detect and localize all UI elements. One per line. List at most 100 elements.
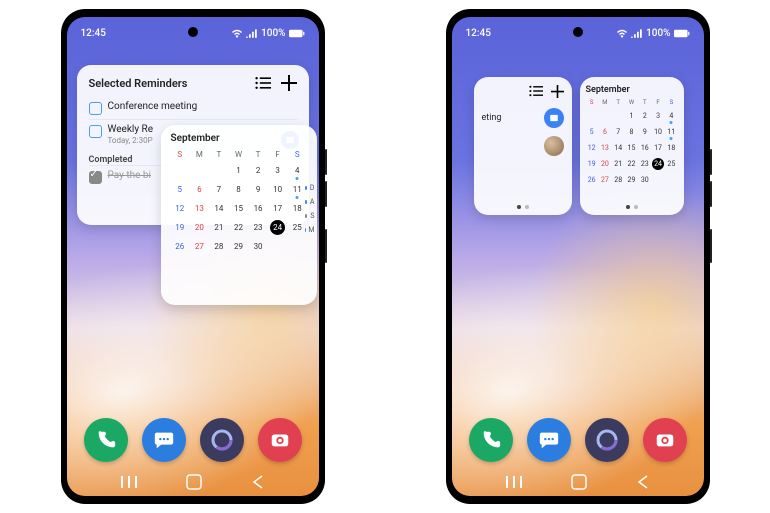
calendar-day[interactable]: 15: [231, 201, 246, 216]
calendar-day[interactable]: 8: [625, 126, 637, 138]
camera-app-icon[interactable]: [643, 418, 687, 462]
calendar-day[interactable]: 13: [599, 142, 611, 154]
checkbox-checked-icon[interactable]: [89, 171, 102, 184]
calendar-day[interactable]: 4: [290, 163, 305, 178]
calendar-day[interactable]: 2: [639, 110, 651, 122]
browser-app-icon[interactable]: [585, 418, 629, 462]
calendar-day[interactable]: 28: [612, 174, 624, 186]
calendar-dow: F: [268, 150, 287, 159]
messages-app-icon[interactable]: [527, 418, 571, 462]
calendar-day[interactable]: 27: [192, 239, 207, 254]
phone-app-icon[interactable]: [84, 418, 128, 462]
calendar-day[interactable]: 11: [290, 182, 305, 197]
browser-app-icon[interactable]: [200, 418, 244, 462]
calendar-day[interactable]: 9: [639, 126, 651, 138]
calendar-day[interactable]: 19: [172, 220, 187, 235]
camera-app-icon[interactable]: [258, 418, 302, 462]
reminder-item[interactable]: [482, 132, 564, 160]
calendar-day[interactable]: 2: [251, 163, 266, 178]
calendar-day[interactable]: 1: [231, 163, 246, 178]
calendar-day[interactable]: 3: [652, 110, 664, 122]
calendar-day[interactable]: 26: [172, 239, 187, 254]
messages-app-icon[interactable]: [142, 418, 186, 462]
add-icon[interactable]: [551, 85, 564, 98]
volume-up-button[interactable]: [710, 149, 712, 175]
calendar-day[interactable]: 18: [290, 201, 305, 216]
calendar-day[interactable]: 8: [231, 182, 246, 197]
category-tag-icon[interactable]: [544, 108, 564, 128]
calendar-day[interactable]: 20: [599, 158, 611, 170]
volume-down-button[interactable]: [325, 181, 327, 207]
add-icon[interactable]: [281, 75, 297, 91]
calendar-day[interactable]: 6: [192, 182, 207, 197]
calendar-day[interactable]: 30: [251, 239, 266, 254]
calendar-day[interactable]: 10: [270, 182, 285, 197]
calendar-day[interactable]: 15: [625, 142, 637, 154]
calendar-day[interactable]: 9: [251, 182, 266, 197]
list-icon[interactable]: [529, 85, 543, 97]
back-nav-icon[interactable]: [252, 475, 264, 489]
calendar-day[interactable]: 30: [639, 174, 651, 186]
calendar-day[interactable]: 20: [192, 220, 207, 235]
calendar-day[interactable]: 13: [192, 201, 207, 216]
calendar-day[interactable]: 23: [251, 220, 266, 235]
calendar-day[interactable]: 11: [665, 126, 677, 138]
calendar-day[interactable]: 6: [599, 126, 611, 138]
calendar-day[interactable]: 27: [599, 174, 611, 186]
volume-down-button[interactable]: [710, 181, 712, 207]
calendar-day[interactable]: 21: [211, 220, 226, 235]
calendar-day[interactable]: 24: [270, 220, 285, 235]
volume-up-button[interactable]: [325, 149, 327, 175]
calendar-day[interactable]: 28: [211, 239, 226, 254]
calendar-day[interactable]: 14: [211, 201, 226, 216]
home-nav-icon[interactable]: [186, 474, 202, 490]
calendar-day[interactable]: 5: [586, 126, 598, 138]
recents-nav-icon[interactable]: [506, 476, 522, 488]
calendar-day[interactable]: 4: [665, 110, 677, 122]
reminder-label-truncated: eting: [482, 113, 502, 123]
calendar-day[interactable]: 12: [172, 201, 187, 216]
calendar-day[interactable]: 17: [652, 142, 664, 154]
calendar-day[interactable]: 21: [612, 158, 624, 170]
calendar-widget-small[interactable]: September SMTWTFS12345678910111213141516…: [580, 77, 684, 215]
calendar-day[interactable]: 18: [665, 142, 677, 154]
list-icon[interactable]: [255, 76, 271, 90]
widget-pager[interactable]: [626, 205, 638, 209]
checkbox-unchecked-icon[interactable]: [89, 102, 102, 115]
calendar-day[interactable]: 19: [586, 158, 598, 170]
calendar-widget[interactable]: September SMTWTFS12345678910111213141516…: [161, 125, 317, 305]
recents-nav-icon[interactable]: [121, 476, 137, 488]
widget-pager[interactable]: [517, 205, 529, 209]
calendar-day[interactable]: 25: [665, 158, 677, 170]
calendar-day[interactable]: 23: [639, 158, 651, 170]
calendar-day[interactable]: 29: [625, 174, 637, 186]
contact-avatar-icon[interactable]: [544, 136, 564, 156]
calendar-day[interactable]: 7: [612, 126, 624, 138]
calendar-day[interactable]: 16: [639, 142, 651, 154]
calendar-day[interactable]: 7: [211, 182, 226, 197]
calendar-day[interactable]: 14: [612, 142, 624, 154]
reminders-widget-small[interactable]: eting: [474, 77, 572, 215]
calendar-day[interactable]: 3: [270, 163, 285, 178]
calendar-day[interactable]: 24: [652, 158, 664, 170]
checkbox-unchecked-icon[interactable]: [89, 125, 102, 138]
calendar-day[interactable]: 22: [231, 220, 246, 235]
calendar-day[interactable]: 12: [586, 142, 598, 154]
phone-app-icon[interactable]: [469, 418, 513, 462]
home-nav-icon[interactable]: [571, 474, 587, 490]
reminder-item[interactable]: Conference meeting: [89, 97, 297, 119]
power-button[interactable]: [710, 229, 712, 263]
back-nav-icon[interactable]: [637, 475, 649, 489]
calendar-day[interactable]: 10: [652, 126, 664, 138]
calendar-day[interactable]: 22: [625, 158, 637, 170]
calendar-day[interactable]: 25: [290, 220, 305, 235]
calendar-day[interactable]: 16: [251, 201, 266, 216]
reminder-item[interactable]: eting: [482, 104, 564, 132]
power-button[interactable]: [325, 229, 327, 263]
calendar-grid: SMTWTFS123456789101112131415161718192021…: [171, 150, 307, 254]
calendar-day[interactable]: 5: [172, 182, 187, 197]
calendar-day[interactable]: 1: [625, 110, 637, 122]
calendar-day[interactable]: 17: [270, 201, 285, 216]
calendar-day[interactable]: 29: [231, 239, 246, 254]
calendar-day[interactable]: 26: [586, 174, 598, 186]
